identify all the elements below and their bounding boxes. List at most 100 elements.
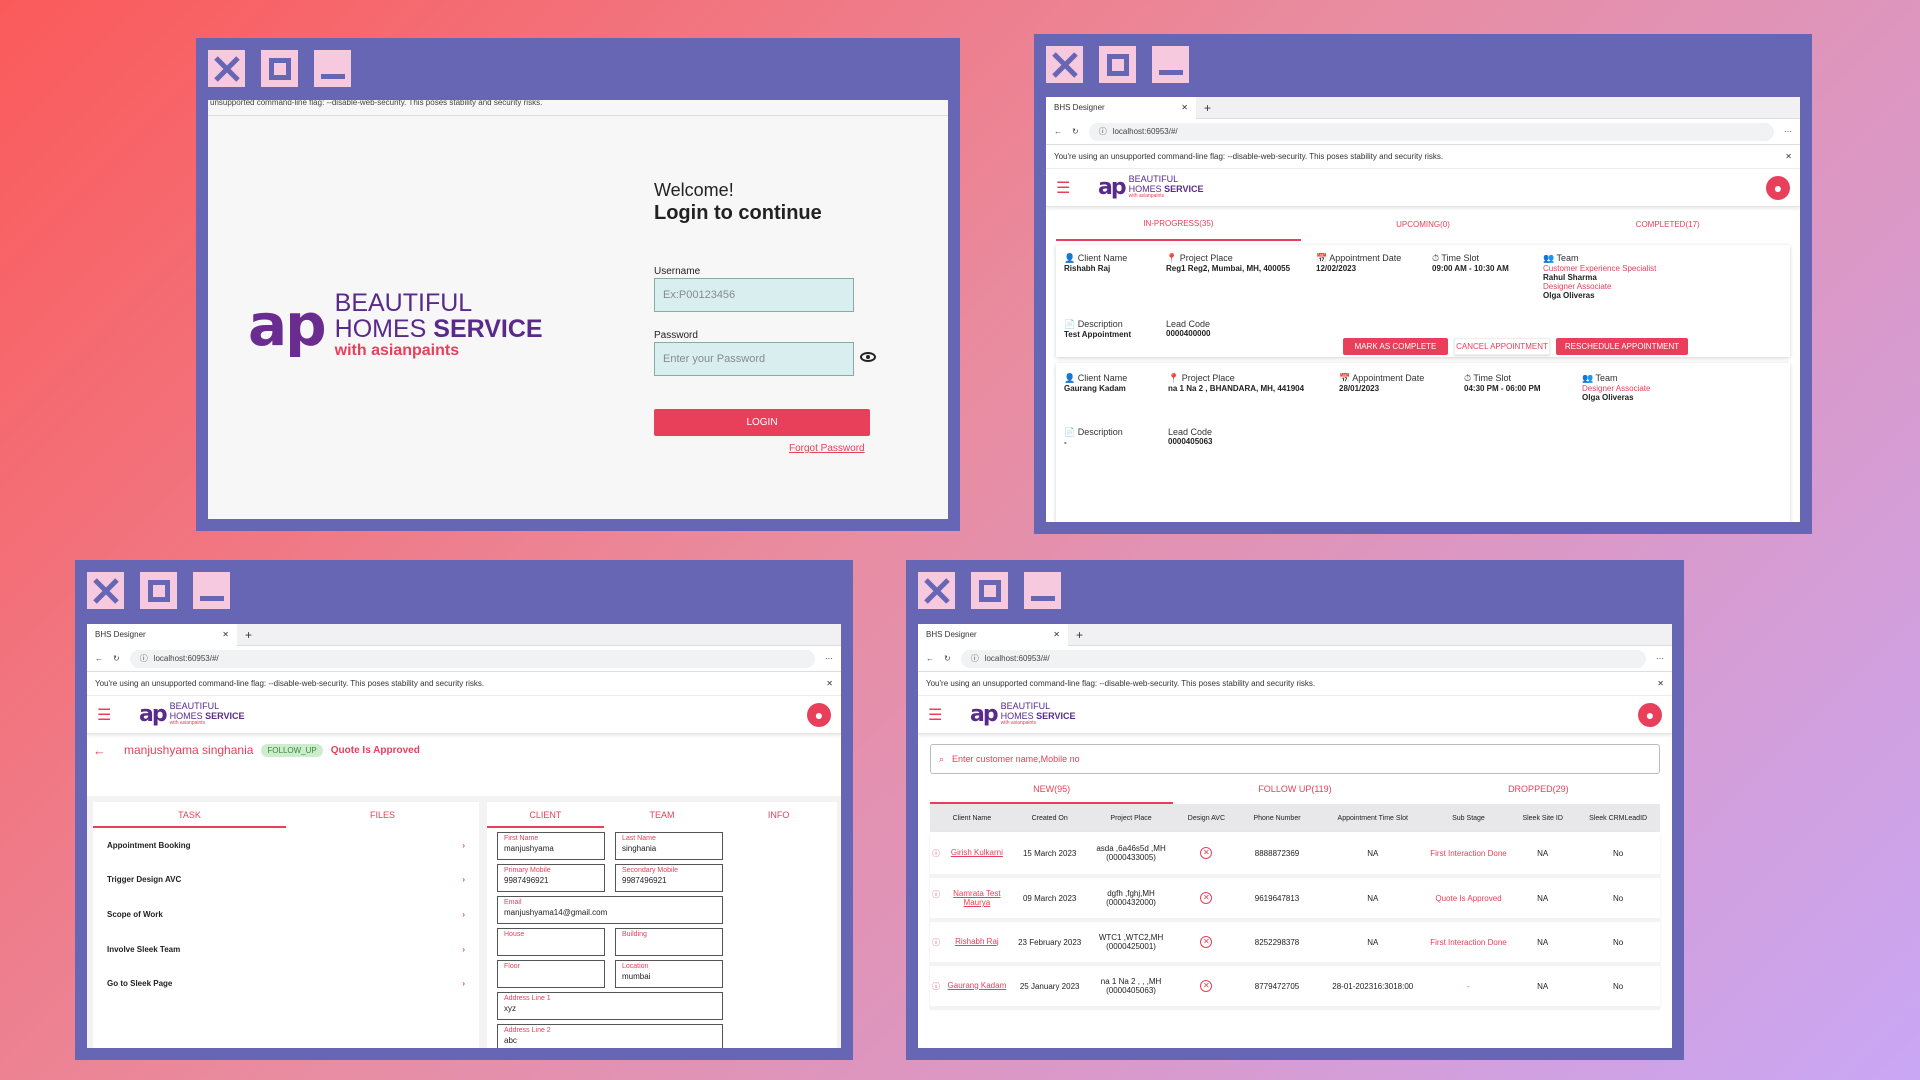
address-bar[interactable]: ⓘ localhost:60953/#/ bbox=[960, 649, 1646, 668]
tab-follow-up[interactable]: FOLLOW UP(119) bbox=[1173, 774, 1416, 804]
tab-new[interactable]: NEW(95) bbox=[930, 774, 1174, 804]
tab-close-icon[interactable]: ✕ bbox=[1181, 103, 1188, 112]
close-window-button[interactable] bbox=[1046, 46, 1083, 83]
client-name-cell[interactable]: ⓘ Gaurang Kadam bbox=[930, 964, 1014, 1008]
close-window-button[interactable] bbox=[87, 572, 124, 609]
client-name-cell[interactable]: ⓘ Girish Kulkarni bbox=[930, 832, 1014, 876]
minimize-window-button[interactable] bbox=[1152, 46, 1189, 83]
new-tab-icon[interactable]: + bbox=[1076, 628, 1083, 642]
address-bar[interactable]: ⓘ localhost:60953/#/ bbox=[1088, 122, 1774, 141]
column-header[interactable]: Client Name bbox=[930, 804, 1014, 832]
tab-close-icon[interactable]: ✕ bbox=[222, 630, 229, 639]
reload-icon[interactable]: ↻ bbox=[1072, 127, 1079, 136]
search-input[interactable]: ⌕ Enter customer name,Mobile no bbox=[930, 744, 1660, 774]
table-row[interactable]: ⓘ Girish Kulkarni 15 March 2023 asda ,6a46s… bbox=[930, 832, 1660, 876]
task-item[interactable]: Trigger Design AVC › bbox=[93, 863, 479, 898]
close-window-button[interactable] bbox=[208, 50, 245, 87]
mark-complete-button[interactable]: MARK AS COMPLETE bbox=[1343, 338, 1448, 355]
more-icon[interactable]: ⋯ bbox=[1656, 654, 1664, 663]
login-button[interactable]: LOGIN bbox=[654, 409, 870, 436]
back-icon[interactable]: ← bbox=[95, 654, 103, 663]
close-window-button[interactable] bbox=[918, 572, 955, 609]
avatar[interactable]: ● bbox=[1766, 175, 1790, 200]
column-header[interactable]: Project Place bbox=[1086, 804, 1177, 832]
minimize-window-button[interactable] bbox=[193, 572, 230, 609]
column-header[interactable]: Sleek CRMLeadID bbox=[1576, 804, 1660, 832]
forgot-password-link[interactable]: Forgot Password bbox=[789, 443, 865, 454]
column-header[interactable]: Design AVC bbox=[1177, 804, 1237, 832]
close-warning-icon[interactable]: ✕ bbox=[1657, 679, 1664, 688]
building-field[interactable]: Building bbox=[615, 928, 723, 956]
new-tab-icon[interactable]: + bbox=[1204, 101, 1211, 115]
tab-task[interactable]: TASK bbox=[93, 802, 286, 828]
tab-close-icon[interactable]: ✕ bbox=[1053, 630, 1060, 639]
cancel-appointment-button[interactable]: CANCEL APPOINTMENT bbox=[1454, 338, 1550, 355]
client-name-cell[interactable]: ⓘ Rishabh Raj bbox=[930, 920, 1014, 964]
close-warning-icon[interactable]: ✕ bbox=[1785, 152, 1792, 161]
avatar[interactable]: ● bbox=[807, 702, 831, 727]
tab-info[interactable]: INFO bbox=[720, 802, 837, 828]
address-bar[interactable]: ⓘ localhost:60953/#/ bbox=[129, 649, 815, 668]
back-icon[interactable]: ← bbox=[926, 654, 934, 663]
new-tab-icon[interactable]: + bbox=[245, 628, 252, 642]
browser-tab[interactable]: BHS Designer ✕ bbox=[918, 624, 1068, 646]
back-arrow-icon[interactable]: ← bbox=[93, 743, 106, 758]
more-icon[interactable]: ⋯ bbox=[1784, 127, 1792, 136]
tab-in-progress[interactable]: IN-PROGRESS(35) bbox=[1056, 207, 1301, 241]
back-icon[interactable]: ← bbox=[1054, 127, 1062, 136]
info-icon[interactable]: ⓘ bbox=[932, 981, 940, 992]
info-icon[interactable]: ⓘ bbox=[932, 937, 940, 948]
task-item[interactable]: Go to Sleek Page › bbox=[93, 966, 479, 1001]
table-row[interactable]: ⓘ Namrata Test Maurya 09 March 2023 dgfh ,f… bbox=[930, 876, 1660, 920]
browser-tab[interactable]: BHS Designer ✕ bbox=[87, 624, 237, 646]
minimize-window-button[interactable] bbox=[314, 50, 351, 87]
address-line1-field[interactable]: Address Line 1 xyz bbox=[497, 992, 723, 1020]
maximize-window-button[interactable] bbox=[971, 572, 1008, 609]
column-header[interactable]: Created On bbox=[1014, 804, 1086, 832]
table-row[interactable]: ⓘ Rishabh Raj 23 February 2023 WTC1 ,WTC2,M… bbox=[930, 920, 1660, 964]
more-icon[interactable]: ⋯ bbox=[825, 654, 833, 663]
column-header[interactable]: Phone Number bbox=[1236, 804, 1317, 832]
reload-icon[interactable]: ↻ bbox=[113, 654, 120, 663]
reload-icon[interactable]: ↻ bbox=[944, 654, 951, 663]
tab-upcoming[interactable]: UPCOMING(0) bbox=[1301, 220, 1546, 229]
reschedule-button[interactable]: RESCHEDULE APPOINTMENT bbox=[1556, 338, 1688, 355]
tab-completed[interactable]: COMPLETED(17) bbox=[1545, 220, 1790, 229]
house-field[interactable]: House bbox=[497, 928, 605, 956]
info-icon[interactable]: ⓘ bbox=[932, 848, 940, 859]
avatar[interactable]: ● bbox=[1638, 702, 1662, 727]
menu-icon[interactable]: ☰ bbox=[1056, 178, 1076, 198]
menu-icon[interactable]: ☰ bbox=[97, 705, 117, 725]
tab-files[interactable]: FILES bbox=[286, 802, 479, 828]
last-name-field[interactable]: Last Name singhania bbox=[615, 832, 723, 860]
browser-tab[interactable]: BHS Designer ✕ bbox=[1046, 97, 1196, 119]
maximize-window-button[interactable] bbox=[140, 572, 177, 609]
tab-dropped[interactable]: DROPPED(29) bbox=[1417, 774, 1660, 804]
email-field[interactable]: Email manjushyama14@gmail.com bbox=[497, 896, 723, 924]
info-icon[interactable]: ⓘ bbox=[932, 889, 940, 900]
address-line2-field[interactable]: Address Line 2 abc bbox=[497, 1024, 723, 1048]
secondary-mobile-field[interactable]: Secondary Mobile 9987496921 bbox=[615, 864, 723, 892]
location-field[interactable]: Location mumbai bbox=[615, 960, 723, 988]
maximize-window-button[interactable] bbox=[261, 50, 298, 87]
menu-icon[interactable]: ☰ bbox=[928, 705, 948, 725]
client-name-cell[interactable]: ⓘ Namrata Test Maurya bbox=[930, 876, 1014, 920]
tab-team[interactable]: TEAM bbox=[604, 802, 721, 828]
eye-icon[interactable] bbox=[860, 352, 876, 362]
maximize-window-button[interactable] bbox=[1099, 46, 1136, 83]
column-header[interactable]: Sleek Site ID bbox=[1509, 804, 1576, 832]
username-input[interactable]: Ex:P00123456 bbox=[654, 278, 854, 312]
tab-client[interactable]: CLIENT bbox=[487, 802, 604, 828]
table-row[interactable]: ⓘ Gaurang Kadam 25 January 2023 na 1 Na 2 ,… bbox=[930, 964, 1660, 1008]
minimize-window-button[interactable] bbox=[1024, 572, 1061, 609]
task-item[interactable]: Appointment Booking › bbox=[93, 828, 479, 863]
task-item[interactable]: Scope of Work › bbox=[93, 897, 479, 932]
column-header[interactable]: Appointment Time Slot bbox=[1318, 804, 1428, 832]
first-name-field[interactable]: First Name manjushyama bbox=[497, 832, 605, 860]
task-item[interactable]: Involve Sleek Team › bbox=[93, 932, 479, 967]
floor-field[interactable]: Floor bbox=[497, 960, 605, 988]
column-header[interactable]: Sub Stage bbox=[1428, 804, 1509, 832]
close-warning-icon[interactable]: ✕ bbox=[826, 679, 833, 688]
primary-mobile-field[interactable]: Primary Mobile 9987496921 bbox=[497, 864, 605, 892]
password-input[interactable]: Enter your Password bbox=[654, 342, 854, 376]
